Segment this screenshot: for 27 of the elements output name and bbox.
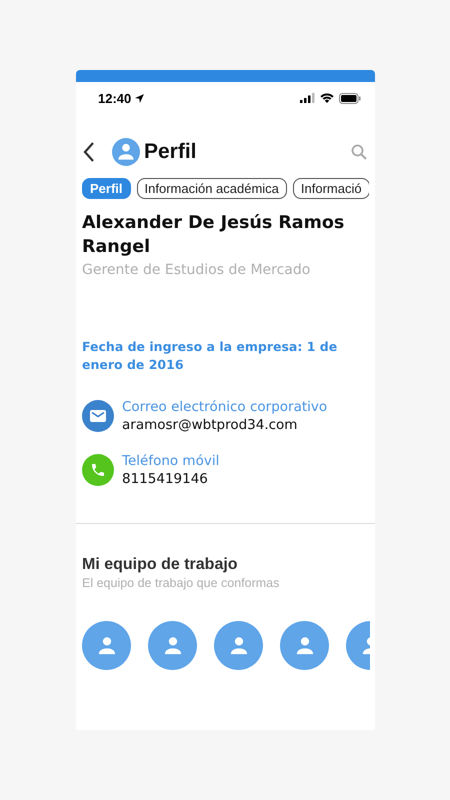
battery-icon	[339, 92, 361, 104]
phone-icon	[82, 454, 114, 486]
page-title: Perfil	[144, 140, 197, 164]
envelope-icon	[82, 400, 114, 432]
status-time: 12:40	[98, 90, 132, 106]
location-arrow-icon	[134, 92, 146, 104]
member-avatar-icon[interactable]	[82, 621, 131, 670]
employee-name: Alexander De Jesús Ramos Rangel	[82, 212, 346, 259]
job-title: Gerente de Estudios de Mercado	[82, 262, 312, 278]
section-subtitle: El equipo de trabajo que conformas	[82, 576, 280, 590]
search-icon[interactable]	[351, 144, 367, 160]
avatar-icon	[112, 138, 140, 166]
hire-date: Fecha de ingreso a la empresa: 1 de enero de 2016	[82, 338, 338, 374]
member-avatar-icon[interactable]	[280, 621, 329, 670]
contact-value: 8115419146	[122, 471, 209, 487]
contact-value: aramosr@wbtprod34.com	[122, 417, 298, 433]
section-title: Mi equipo de trabajo	[82, 556, 239, 574]
tab[interactable]: Información académica	[136, 178, 287, 199]
contact-label: Correo electrónico corporativo	[122, 399, 328, 415]
tab[interactable]: Informació	[292, 178, 369, 199]
contact-label: Teléfono móvil	[122, 453, 220, 469]
signal-icon	[300, 93, 315, 103]
tab[interactable]: Perfil	[82, 178, 131, 199]
wifi-icon	[320, 93, 334, 103]
member-avatar-icon[interactable]	[214, 621, 263, 670]
back-icon[interactable]	[82, 141, 96, 163]
member-avatar-icon[interactable]	[148, 621, 197, 670]
